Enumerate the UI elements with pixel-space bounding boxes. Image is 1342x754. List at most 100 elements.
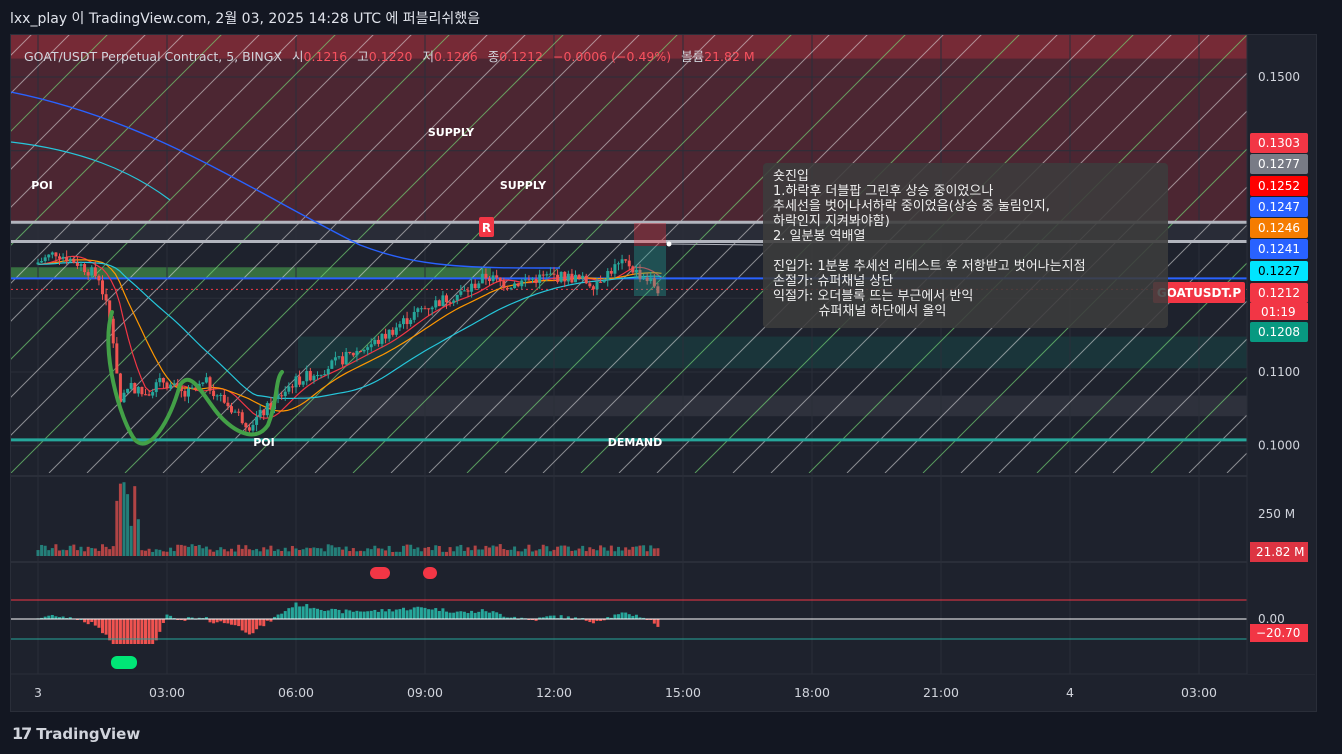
candle-body bbox=[40, 261, 44, 263]
volume-bar bbox=[204, 546, 208, 556]
oscillator-bar bbox=[158, 619, 162, 632]
candle-body bbox=[104, 294, 108, 301]
high-label: 고 bbox=[357, 49, 369, 64]
candle-body bbox=[495, 275, 499, 278]
trade-note[interactable]: 숏진입 1.하락후 더블팝 그린후 상승 중이었으나 추세선을 벗어나서하락 중… bbox=[763, 163, 1168, 328]
volume-bar bbox=[197, 544, 201, 556]
oscillator-bar bbox=[380, 609, 384, 619]
oscillator-bar bbox=[240, 619, 244, 631]
volume-bar bbox=[602, 547, 606, 556]
price-level-value: 0.1208 bbox=[1258, 325, 1300, 339]
volume-bar bbox=[351, 548, 355, 556]
volume-bar bbox=[287, 551, 291, 556]
volume-bar bbox=[158, 549, 162, 556]
volume-bar bbox=[559, 545, 563, 556]
volume-bar bbox=[215, 550, 219, 556]
candle-body bbox=[448, 302, 452, 304]
oscillator-bar bbox=[287, 608, 291, 619]
volume-bar bbox=[219, 547, 223, 556]
candle-body bbox=[111, 318, 115, 344]
oscillator-bar bbox=[359, 611, 362, 619]
candle-body bbox=[161, 377, 165, 383]
candle-body bbox=[434, 300, 438, 308]
candle-body bbox=[466, 290, 470, 292]
volume-bar bbox=[362, 551, 366, 556]
candle-body bbox=[258, 409, 262, 417]
oscillator-bar bbox=[355, 610, 359, 619]
candle-body bbox=[129, 382, 133, 389]
candle-body bbox=[376, 339, 380, 344]
candle-body bbox=[505, 288, 509, 290]
oscillator-bar bbox=[434, 608, 438, 619]
oscillator-bar bbox=[591, 619, 595, 624]
volume-bar bbox=[165, 551, 169, 556]
oscillator-bar bbox=[319, 609, 323, 619]
price-chart[interactable]: SUPPLY SUPPLY POI POI DEMAND R 0.1500 0.1100 0.… bbox=[0, 0, 1342, 754]
oscillator-bar bbox=[50, 614, 54, 619]
volume-bar bbox=[40, 544, 44, 556]
oscillator-bar bbox=[387, 609, 391, 619]
oscillator-bar bbox=[326, 610, 330, 619]
candle-body bbox=[430, 307, 434, 310]
oscillator-bar bbox=[108, 619, 112, 641]
volume-bar bbox=[90, 548, 94, 556]
candle-body bbox=[316, 375, 319, 377]
oscillator-bar bbox=[427, 609, 431, 619]
volume-bar bbox=[624, 547, 628, 556]
candle-body bbox=[419, 308, 423, 310]
volume-bar bbox=[491, 545, 495, 556]
volume-bar bbox=[230, 548, 233, 556]
volume-bar bbox=[118, 483, 122, 556]
oscillator-bar bbox=[398, 609, 402, 619]
volume-bar bbox=[599, 545, 603, 556]
volume-bar bbox=[441, 551, 445, 556]
candle-body bbox=[190, 387, 194, 389]
volume-bar bbox=[86, 546, 90, 556]
volume-bar bbox=[101, 544, 104, 556]
oscillator-bar bbox=[405, 610, 409, 619]
volume-bar bbox=[111, 546, 115, 556]
candle-body bbox=[559, 271, 563, 282]
candle-body bbox=[527, 279, 531, 281]
candle-body bbox=[140, 386, 144, 395]
candle-body bbox=[50, 252, 54, 255]
candle-body bbox=[359, 350, 362, 352]
volume-bar bbox=[359, 550, 362, 556]
candle-body bbox=[380, 333, 384, 344]
oscillator-bar bbox=[634, 614, 638, 619]
oscillator-bar bbox=[384, 611, 388, 619]
supply-label: SUPPLY bbox=[428, 126, 475, 139]
oscillator-bar bbox=[337, 609, 341, 619]
candle-body bbox=[255, 416, 259, 425]
volume-bar bbox=[437, 546, 441, 556]
candle-body bbox=[158, 377, 162, 383]
volume-bar bbox=[376, 548, 380, 556]
candle-body bbox=[90, 267, 94, 276]
oscillator-bar bbox=[115, 619, 119, 644]
volume-bar bbox=[516, 551, 520, 556]
signal-dot-red bbox=[423, 567, 437, 579]
candle-body bbox=[402, 318, 405, 325]
candle-body bbox=[534, 278, 538, 284]
tradingview-logo[interactable]: 17 TradingView bbox=[12, 724, 140, 743]
oscillator-bar bbox=[244, 619, 248, 633]
candle-body bbox=[118, 373, 122, 403]
candle-body bbox=[570, 273, 574, 283]
candle-body bbox=[312, 375, 316, 381]
candle-body bbox=[437, 300, 441, 307]
candle-body bbox=[631, 266, 635, 273]
oscillator-bar bbox=[423, 607, 427, 619]
volume-bar bbox=[108, 549, 112, 556]
volume-bar bbox=[140, 550, 144, 556]
time-tick-label: 21:00 bbox=[923, 685, 959, 700]
candle-body bbox=[588, 283, 592, 287]
price-level-value: 0.1247 bbox=[1258, 200, 1300, 214]
oscillator-bar bbox=[154, 619, 158, 641]
volume-bar bbox=[161, 551, 165, 556]
volume-bar bbox=[190, 544, 194, 556]
volume-bar bbox=[581, 545, 585, 556]
volume-bar bbox=[373, 545, 377, 556]
candle-body bbox=[606, 271, 610, 281]
volume-bar bbox=[642, 545, 646, 556]
volume-bar bbox=[208, 549, 212, 556]
